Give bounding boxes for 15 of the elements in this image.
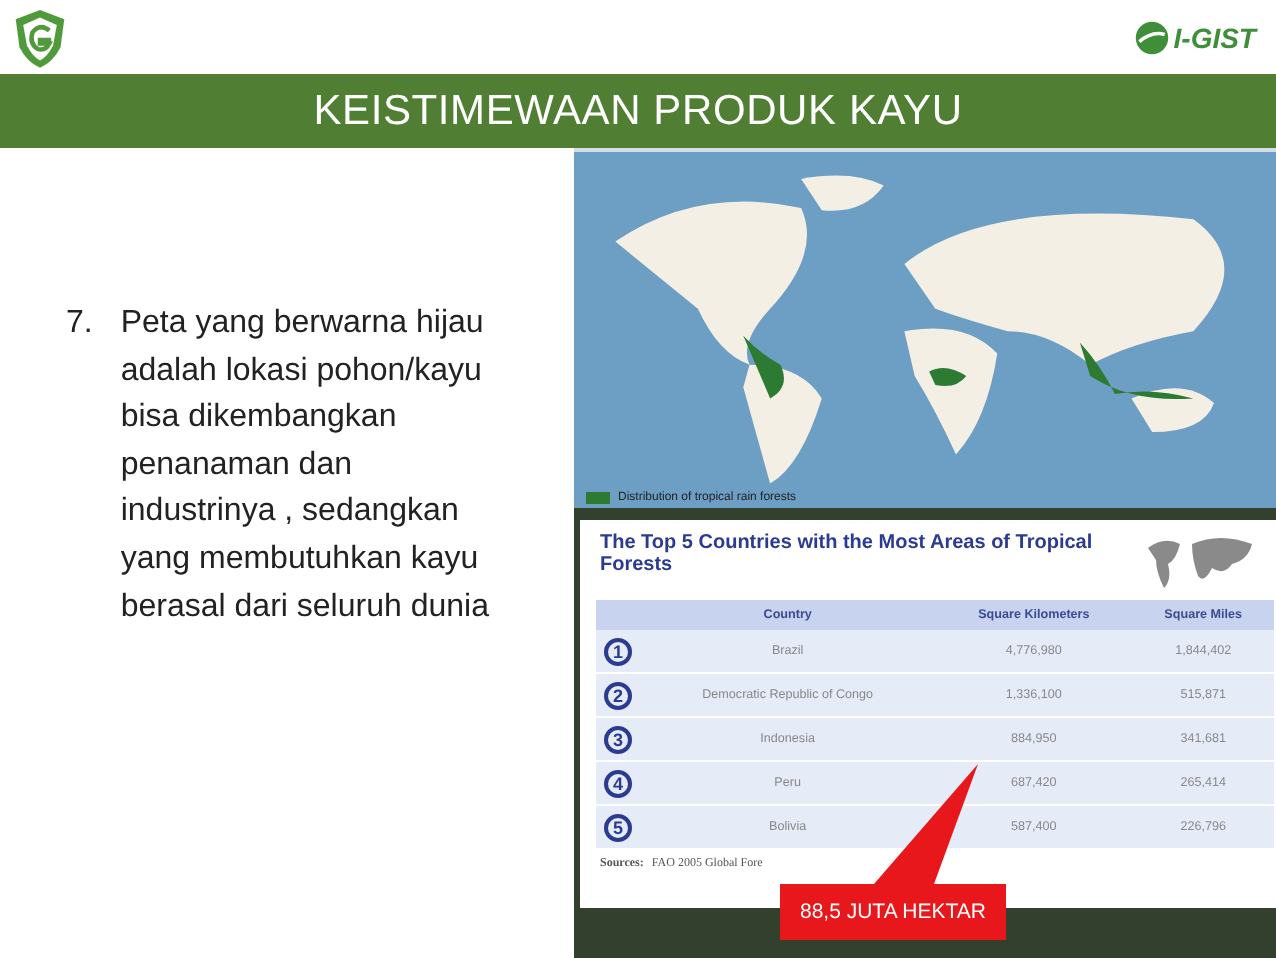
rank-badge: 2: [604, 681, 632, 709]
legend-swatch: [586, 492, 610, 504]
list-number: 7.: [66, 304, 93, 344]
rank-badge: 5: [604, 813, 632, 841]
shield-logo-icon: [12, 5, 68, 69]
rank-badge: 4: [604, 769, 632, 797]
globe-logo-icon: [1133, 19, 1170, 55]
rank-badge: 1: [604, 637, 632, 665]
rank-badge: 3: [604, 725, 632, 753]
callout-label: 88,5 JUTA HEKTAR: [780, 884, 1006, 940]
callout-pointer: [874, 764, 978, 884]
table-title: The Top 5 Countries with the Most Areas of Tropical Forests: [600, 532, 1095, 580]
logo-text: I-GIST: [1173, 21, 1256, 53]
slide-title: KEISTIMEWAAN PRODUK KAYU: [313, 87, 963, 135]
point-text: Peta yang berwarna hijau adalah lokasi pohon/kayu bisa dikembangkan penanaman dan industrinya , sedangkan yang membutuhkan kayu berasal dari seluruh dunia: [120, 304, 491, 628]
